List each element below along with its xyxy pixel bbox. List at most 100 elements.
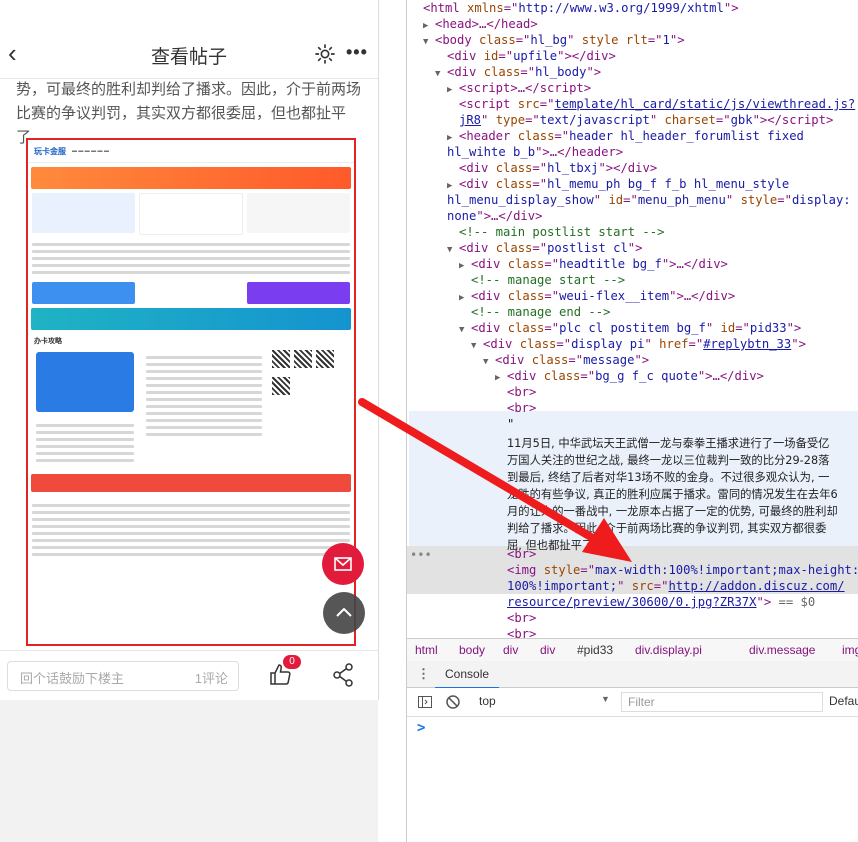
- breadcrumb-item[interactable]: img: [842, 643, 858, 657]
- phone-screen: ‹ 查看帖子 ••• 势，可最终的胜利却判给了播求。因此，介于前两场 比赛的争议…: [0, 0, 379, 700]
- dom-node-line[interactable]: <br>: [507, 384, 536, 400]
- embedded-block: [246, 282, 350, 304]
- mobile-header: ‹ 查看帖子 •••: [0, 30, 378, 79]
- console-drawer-tabs: ⋮ Console: [407, 661, 858, 689]
- dom-node-line[interactable]: hl_wihte b_b">…</header>: [447, 144, 623, 160]
- breadcrumb-item[interactable]: body: [459, 643, 485, 657]
- embedded-grid: [28, 193, 354, 235]
- dom-text-node[interactable]: 龙胜的有些争议, 真正的胜利应属于播求。雷同的情况发生在去年6: [507, 487, 838, 503]
- dom-node-line[interactable]: <!-- manage end -->: [471, 304, 610, 320]
- post-text-line: 比赛的争议判罚，其实双方都很委屈，但也都扯平: [16, 105, 347, 122]
- dom-node-line[interactable]: <!-- main postlist start -->: [459, 224, 664, 240]
- expand-toggle-icon[interactable]: ▼: [483, 354, 495, 370]
- dom-node-line[interactable]: <html xmlns="http://www.w3.org/1999/xhtm…: [423, 0, 739, 16]
- embedded-block: [32, 193, 135, 233]
- dom-node-line[interactable]: none">…</div>: [447, 208, 542, 224]
- expand-toggle-icon[interactable]: ▼: [471, 338, 483, 354]
- expand-toggle-icon[interactable]: ▶: [447, 82, 459, 98]
- expand-toggle-icon[interactable]: ▶: [495, 370, 507, 386]
- expand-toggle-icon[interactable]: ▼: [447, 242, 459, 258]
- dom-text-node[interactable]: 万国人关注的世纪之战, 最终一龙以三位裁判一致的比分29-28落: [507, 453, 829, 469]
- post-text-line: 势，可最终的胜利却判给了播求。因此，介于前两场: [16, 81, 362, 98]
- arrow-up-icon: [336, 607, 352, 617]
- dom-tree: ••• <html xmlns="http://www.w3.org/1999/…: [407, 0, 858, 638]
- embedded-rows: [142, 348, 266, 444]
- expand-toggle-icon[interactable]: ▶: [459, 258, 471, 274]
- breadcrumb-item[interactable]: html: [415, 643, 438, 657]
- embedded-col: [270, 348, 350, 470]
- embedded-banner: [31, 167, 351, 189]
- dom-node-line[interactable]: <img style="max-width:100%!important;max…: [507, 562, 858, 578]
- dom-node-line[interactable]: <br>: [507, 626, 536, 638]
- reply-placeholder: 回个话鼓励下楼主: [20, 671, 125, 686]
- share-icon[interactable]: [332, 663, 354, 687]
- tab-console[interactable]: Console: [435, 661, 500, 689]
- embedded-block: [138, 193, 244, 235]
- devtools-panel: ••• <html xmlns="http://www.w3.org/1999/…: [406, 0, 858, 842]
- dom-node-line[interactable]: ": [507, 416, 514, 432]
- embedded-red-banner: [31, 474, 351, 492]
- dom-text-node[interactable]: 判给了播求。因此, 介于前两场比赛的争议判罚, 其实双方都很委: [507, 521, 826, 537]
- embedded-grid: [28, 282, 354, 304]
- more-actions-icon[interactable]: •••: [410, 548, 432, 562]
- dom-node-line[interactable]: <br>: [507, 400, 536, 416]
- qr-code: [272, 350, 291, 368]
- console-toolbar: top ▼ Filter Defau: [407, 688, 858, 717]
- breadcrumb-item[interactable]: div: [540, 643, 555, 657]
- qr-code: [272, 377, 291, 395]
- context-selector[interactable]: top: [479, 694, 496, 708]
- dom-node-line[interactable]: 100%!important;" src="http://addon.discu…: [507, 578, 845, 594]
- dom-node-line[interactable]: <!-- manage start -->: [471, 272, 625, 288]
- back-to-top-button[interactable]: [323, 592, 365, 634]
- drawer-menu-icon[interactable]: ⋮: [417, 666, 430, 682]
- embedded-card: [36, 352, 135, 412]
- chevron-down-icon[interactable]: ▼: [601, 694, 610, 704]
- reply-input[interactable]: 回个话鼓励下楼主 1评论: [7, 661, 239, 691]
- mobile-footer: 回个话鼓励下楼主 1评论 0: [0, 650, 378, 700]
- expand-toggle-icon[interactable]: ▼: [435, 66, 447, 82]
- expand-toggle-icon[interactable]: ▼: [423, 34, 435, 50]
- embedded-block: [139, 282, 243, 304]
- dom-node-line[interactable]: <div id="upfile"></div>: [447, 48, 616, 64]
- dom-node-line[interactable]: <br>: [507, 610, 536, 626]
- like-count-badge: 0: [283, 655, 301, 669]
- dom-node-line[interactable]: <br>: [507, 546, 536, 562]
- post-image[interactable]: 玩卡金服 ▬ ▬ ▬ ▬ ▬ ▬ 办卡攻略: [26, 138, 356, 646]
- dom-node-line[interactable]: <script src="template/hl_card/static/js/…: [459, 96, 855, 112]
- more-icon[interactable]: •••: [346, 42, 368, 63]
- embedded-rows: [28, 235, 354, 282]
- embedded-col: [142, 348, 266, 470]
- sidebar-toggle-icon[interactable]: [417, 694, 433, 710]
- gear-icon[interactable]: [314, 43, 336, 65]
- breadcrumb-item[interactable]: #pid33: [577, 643, 613, 657]
- expand-toggle-icon[interactable]: ▼: [459, 322, 471, 338]
- breadcrumb-item[interactable]: div.message: [749, 643, 815, 657]
- expand-toggle-icon[interactable]: ▶: [459, 290, 471, 306]
- mail-button[interactable]: [322, 543, 364, 585]
- embedded-site-header: 玩卡金服 ▬ ▬ ▬ ▬ ▬ ▬: [28, 140, 354, 163]
- embedded-rows: [28, 496, 354, 564]
- embedded-site-nav: ▬ ▬ ▬ ▬ ▬ ▬: [72, 148, 109, 154]
- breadcrumb-item[interactable]: div: [503, 643, 518, 657]
- reply-count: 1评论: [194, 671, 228, 686]
- mail-icon: [334, 557, 352, 571]
- filter-input[interactable]: Filter: [621, 692, 823, 712]
- clear-console-icon[interactable]: [445, 694, 461, 710]
- log-levels-dropdown[interactable]: Defau: [829, 694, 858, 708]
- qr-code: [294, 350, 313, 368]
- breadcrumb-item[interactable]: div.display.pi: [635, 643, 702, 657]
- dom-node-line[interactable]: <div class="hl_tbxj"></div>: [459, 160, 657, 176]
- embedded-block: [247, 193, 351, 233]
- dom-text-node[interactable]: 到最后, 终结了后者对华13场不败的金身。不过很多观众认为, 一: [507, 470, 829, 486]
- embedded-col: [32, 348, 138, 470]
- console-prompt[interactable]: >: [417, 720, 425, 736]
- dom-text-node[interactable]: 11月5日, 中华武坛天王武僧一龙与泰拳王播求进行了一场备受亿: [507, 436, 829, 452]
- embedded-grid: [28, 348, 354, 470]
- dom-node-line[interactable]: resource/preview/30600/0.jpg?ZR37X"> == …: [507, 594, 815, 610]
- embedded-site-logo: 玩卡金服: [34, 146, 66, 156]
- embedded-rows: [32, 416, 138, 470]
- mobile-viewport: ‹ 查看帖子 ••• 势，可最终的胜利却判给了播求。因此，介于前两场 比赛的争议…: [0, 0, 379, 842]
- dom-node-line[interactable]: hl_menu_display_show" id="menu_ph_menu" …: [447, 192, 851, 208]
- dom-text-node[interactable]: 月的让人的一番战中, 一龙原本占据了一定的优势, 可最终的胜利却: [507, 504, 838, 520]
- dom-node-line[interactable]: jR8" type="text/javascript" charset="gbk…: [459, 112, 833, 128]
